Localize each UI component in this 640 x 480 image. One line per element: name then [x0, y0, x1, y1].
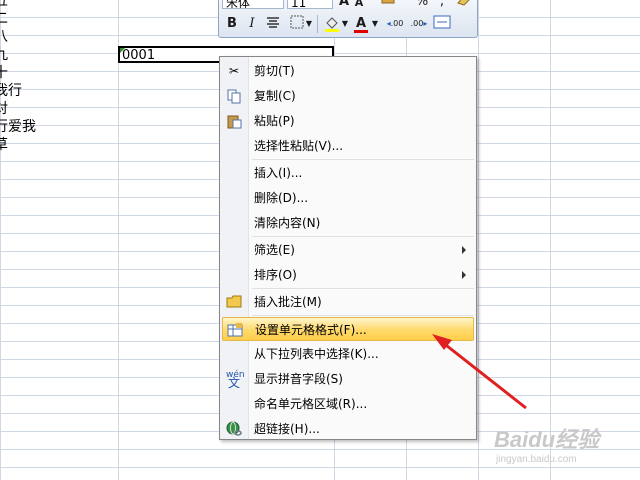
watermark-brand: Baidu经验 — [494, 427, 600, 452]
watermark-url: jingyan.baidu.com — [496, 454, 577, 465]
watermark: Baidu经验 jingyan.baidu.com — [492, 418, 640, 478]
annotation-arrow-icon — [432, 334, 527, 410]
